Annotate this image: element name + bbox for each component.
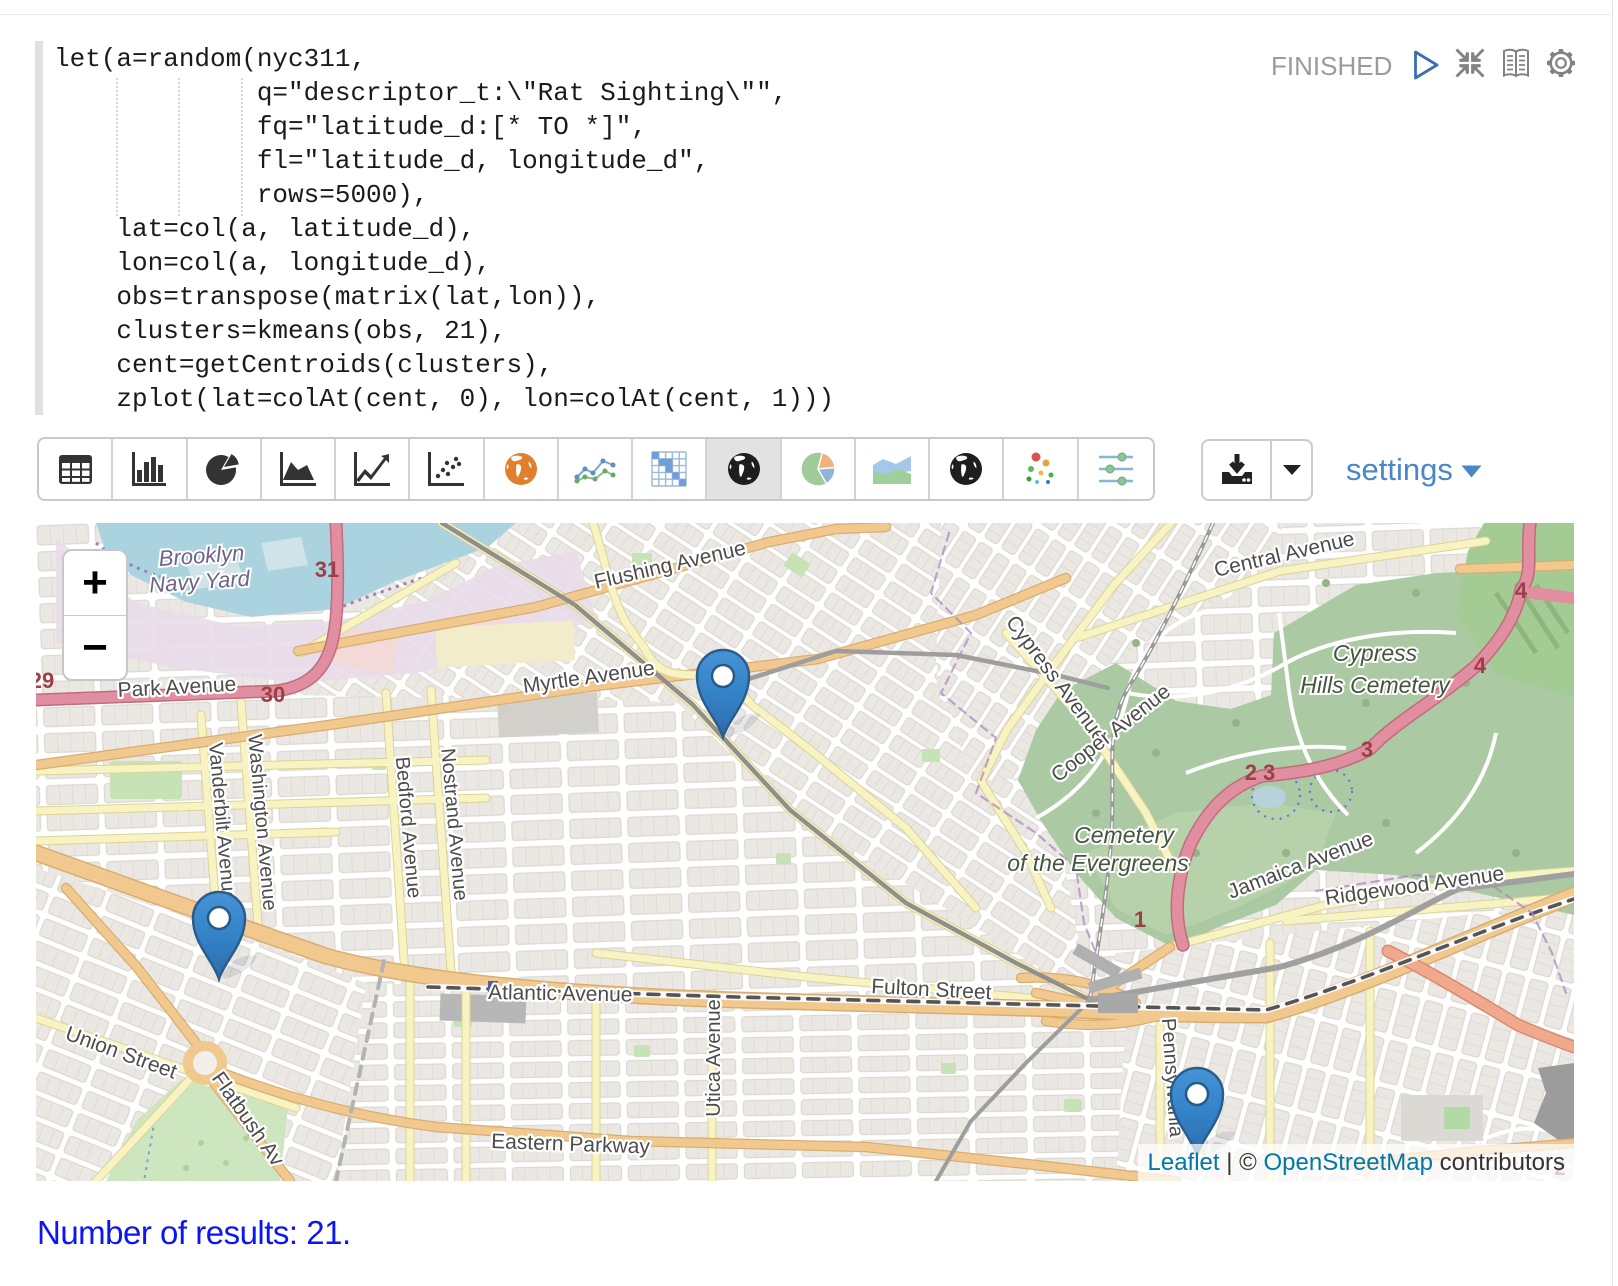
svg-text:1: 1 [1134, 907, 1146, 932]
svg-text:29: 29 [36, 668, 54, 693]
svg-text:3: 3 [1361, 737, 1373, 762]
svg-text:31: 31 [315, 557, 339, 582]
svg-text:30: 30 [261, 682, 285, 707]
svg-text:Atlantic Avenue: Atlantic Avenue [488, 981, 633, 1007]
svg-text:Cypress: Cypress [1333, 640, 1418, 666]
svg-text:Cemetery: Cemetery [1074, 822, 1175, 848]
svg-text:4: 4 [1474, 653, 1487, 678]
svg-text:of the Evergreens: of the Evergreens [1007, 850, 1189, 876]
svg-text:Utica Avenue: Utica Avenue [703, 999, 725, 1117]
svg-text:Hills Cemetery: Hills Cemetery [1300, 672, 1451, 698]
svg-text:2 3: 2 3 [1245, 760, 1276, 785]
svg-text:4: 4 [1515, 578, 1528, 603]
